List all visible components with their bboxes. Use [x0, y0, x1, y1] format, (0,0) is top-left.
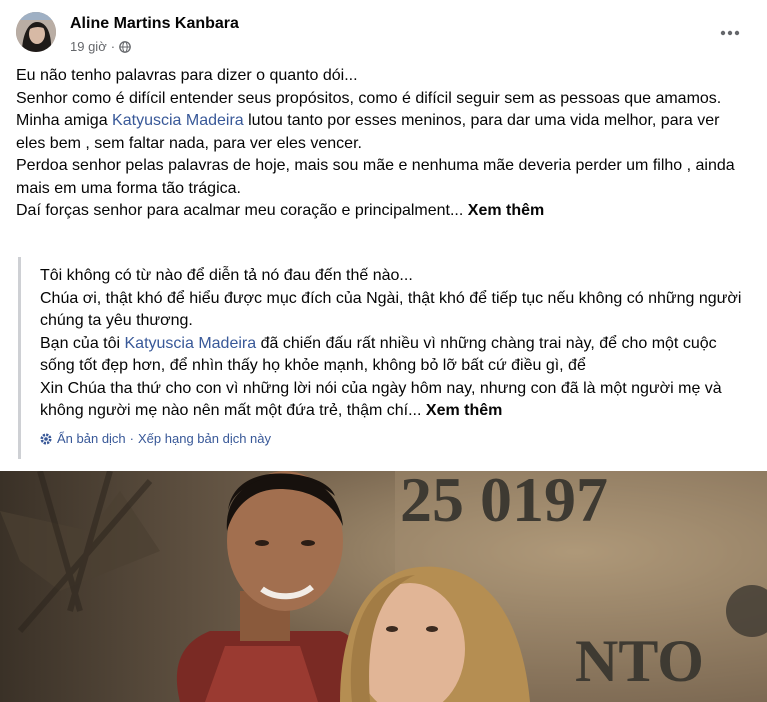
- globe-icon[interactable]: [119, 40, 131, 53]
- photo-image: 25 0197 NTO: [0, 471, 767, 702]
- translation-footer: Ẩn bản dịch · Xếp hạng bản dịch này: [39, 431, 271, 446]
- post-line: Eu não tenho palavras para dizer o quant…: [16, 67, 358, 84]
- meta-separator: ·: [110, 39, 116, 54]
- post-card: Aline Martins Kanbara 19 giờ · Eu não te…: [0, 0, 767, 702]
- avatar[interactable]: [16, 12, 56, 52]
- post-text: Minha amiga: [16, 112, 113, 129]
- author-name[interactable]: Aline Martins Kanbara: [70, 15, 239, 33]
- translation-line: Bạn của tôi Katyuscia Madeira đã chiến đ…: [40, 333, 752, 378]
- rate-translation-link[interactable]: Xếp hạng bản dịch này: [138, 431, 271, 446]
- sign-text: 25 0197: [400, 471, 608, 535]
- post-photo[interactable]: 25 0197 NTO: [0, 471, 767, 702]
- avatar-image: [16, 12, 56, 52]
- translation-block: Tôi không có từ nào để diễn tả nó đau đế…: [18, 257, 754, 459]
- more-options-button[interactable]: [715, 18, 745, 48]
- mention-link[interactable]: Katyuscia Madeira: [125, 335, 257, 352]
- translation-body: Tôi không có từ nào để diễn tả nó đau đế…: [40, 265, 752, 423]
- see-more-button[interactable]: Xem thêm: [468, 202, 544, 219]
- post-meta: 19 giờ ·: [70, 39, 131, 54]
- more-horizontal-icon: [720, 30, 740, 36]
- post-line: Minha amiga Katyuscia Madeira lutou tant…: [16, 110, 751, 155]
- see-more-translation-button[interactable]: Xem thêm: [426, 402, 502, 419]
- post-body: Eu não tenho palavras para dizer o quant…: [16, 65, 751, 223]
- mention-link[interactable]: Katyuscia Madeira: [112, 112, 244, 129]
- footer-separator: ·: [129, 431, 135, 446]
- translation-line: Tôi không có từ nào để diễn tả nó đau đế…: [40, 267, 413, 284]
- sign-text: NTO: [575, 628, 704, 694]
- hide-translation-link[interactable]: Ẩn bản dịch: [57, 431, 126, 446]
- translation-text: Xin Chúa tha thứ cho con vì những lời nó…: [40, 379, 722, 420]
- translation-text: Bạn của tôi: [40, 334, 125, 352]
- post-line: Perdoa senhor pelas palavras de hoje, ma…: [16, 157, 735, 197]
- post-time[interactable]: 19 giờ: [70, 39, 107, 54]
- post-line: Daí forças senhor para acalmar meu coraç…: [16, 200, 751, 223]
- post-header: Aline Martins Kanbara 19 giờ ·: [16, 12, 751, 58]
- translation-line: Xin Chúa tha thứ cho con vì những lời nó…: [40, 378, 752, 423]
- translation-line: Chúa ơi, thật khó để hiểu được mục đích …: [40, 289, 742, 330]
- gear-icon[interactable]: [39, 432, 53, 446]
- post-line: Senhor como é difícil entender seus prop…: [16, 89, 722, 107]
- post-text: Daí forças senhor para acalmar meu coraç…: [16, 202, 468, 219]
